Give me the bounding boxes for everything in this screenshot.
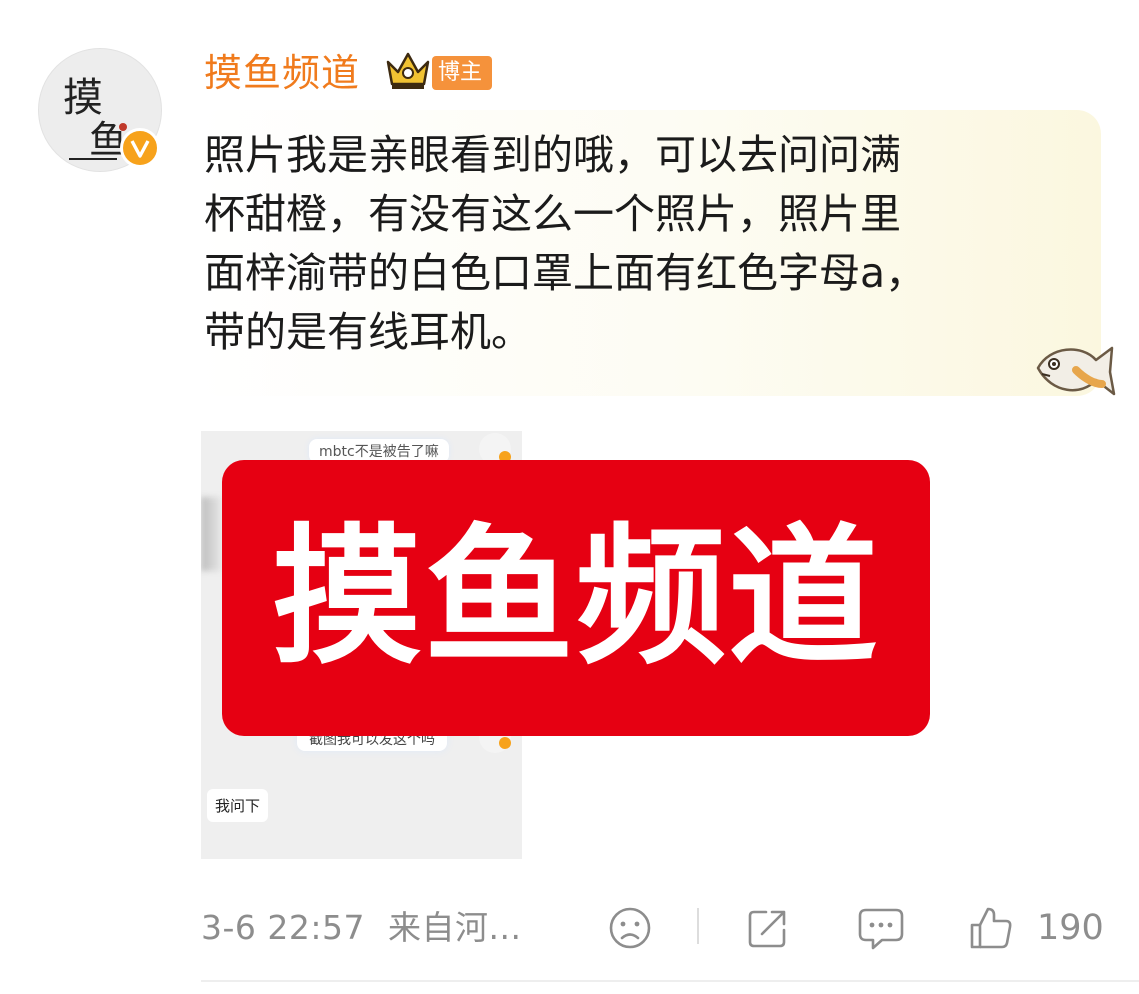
- comment-icon: [858, 908, 904, 950]
- dislike-button[interactable]: [606, 902, 654, 954]
- source-location: 来自河...: [388, 908, 522, 947]
- share-button[interactable]: [744, 902, 792, 954]
- verified-icon: [120, 128, 160, 168]
- watermark-banner: 摸鱼频道: [222, 460, 930, 736]
- verified-icon: [499, 737, 511, 749]
- crown-icon: [386, 52, 430, 89]
- sad-face-icon: [609, 907, 651, 949]
- author-name[interactable]: 摸鱼频道: [204, 48, 360, 98]
- role-badge: 博主: [432, 56, 493, 90]
- chat-message: 我问下: [207, 789, 269, 822]
- svg-text:摸: 摸: [63, 75, 103, 121]
- thumbs-up-icon: [970, 907, 1012, 949]
- fish-sticker-icon: [1036, 346, 1116, 396]
- timestamp: 3-6 22:57: [201, 908, 365, 947]
- comment-button[interactable]: [856, 902, 906, 954]
- share-icon: [748, 910, 786, 948]
- post-meta: 3-6 22:57 来自河...: [201, 902, 521, 954]
- divider: [201, 980, 1139, 982]
- like-button[interactable]: [966, 902, 1016, 954]
- like-count: 190: [1037, 908, 1104, 948]
- divider: [697, 908, 699, 944]
- comment-text: 照片我是亲眼看到的哦，可以去问问满 杯甜橙，有没有这么一个照片，照片里 面梓渝带…: [204, 131, 927, 356]
